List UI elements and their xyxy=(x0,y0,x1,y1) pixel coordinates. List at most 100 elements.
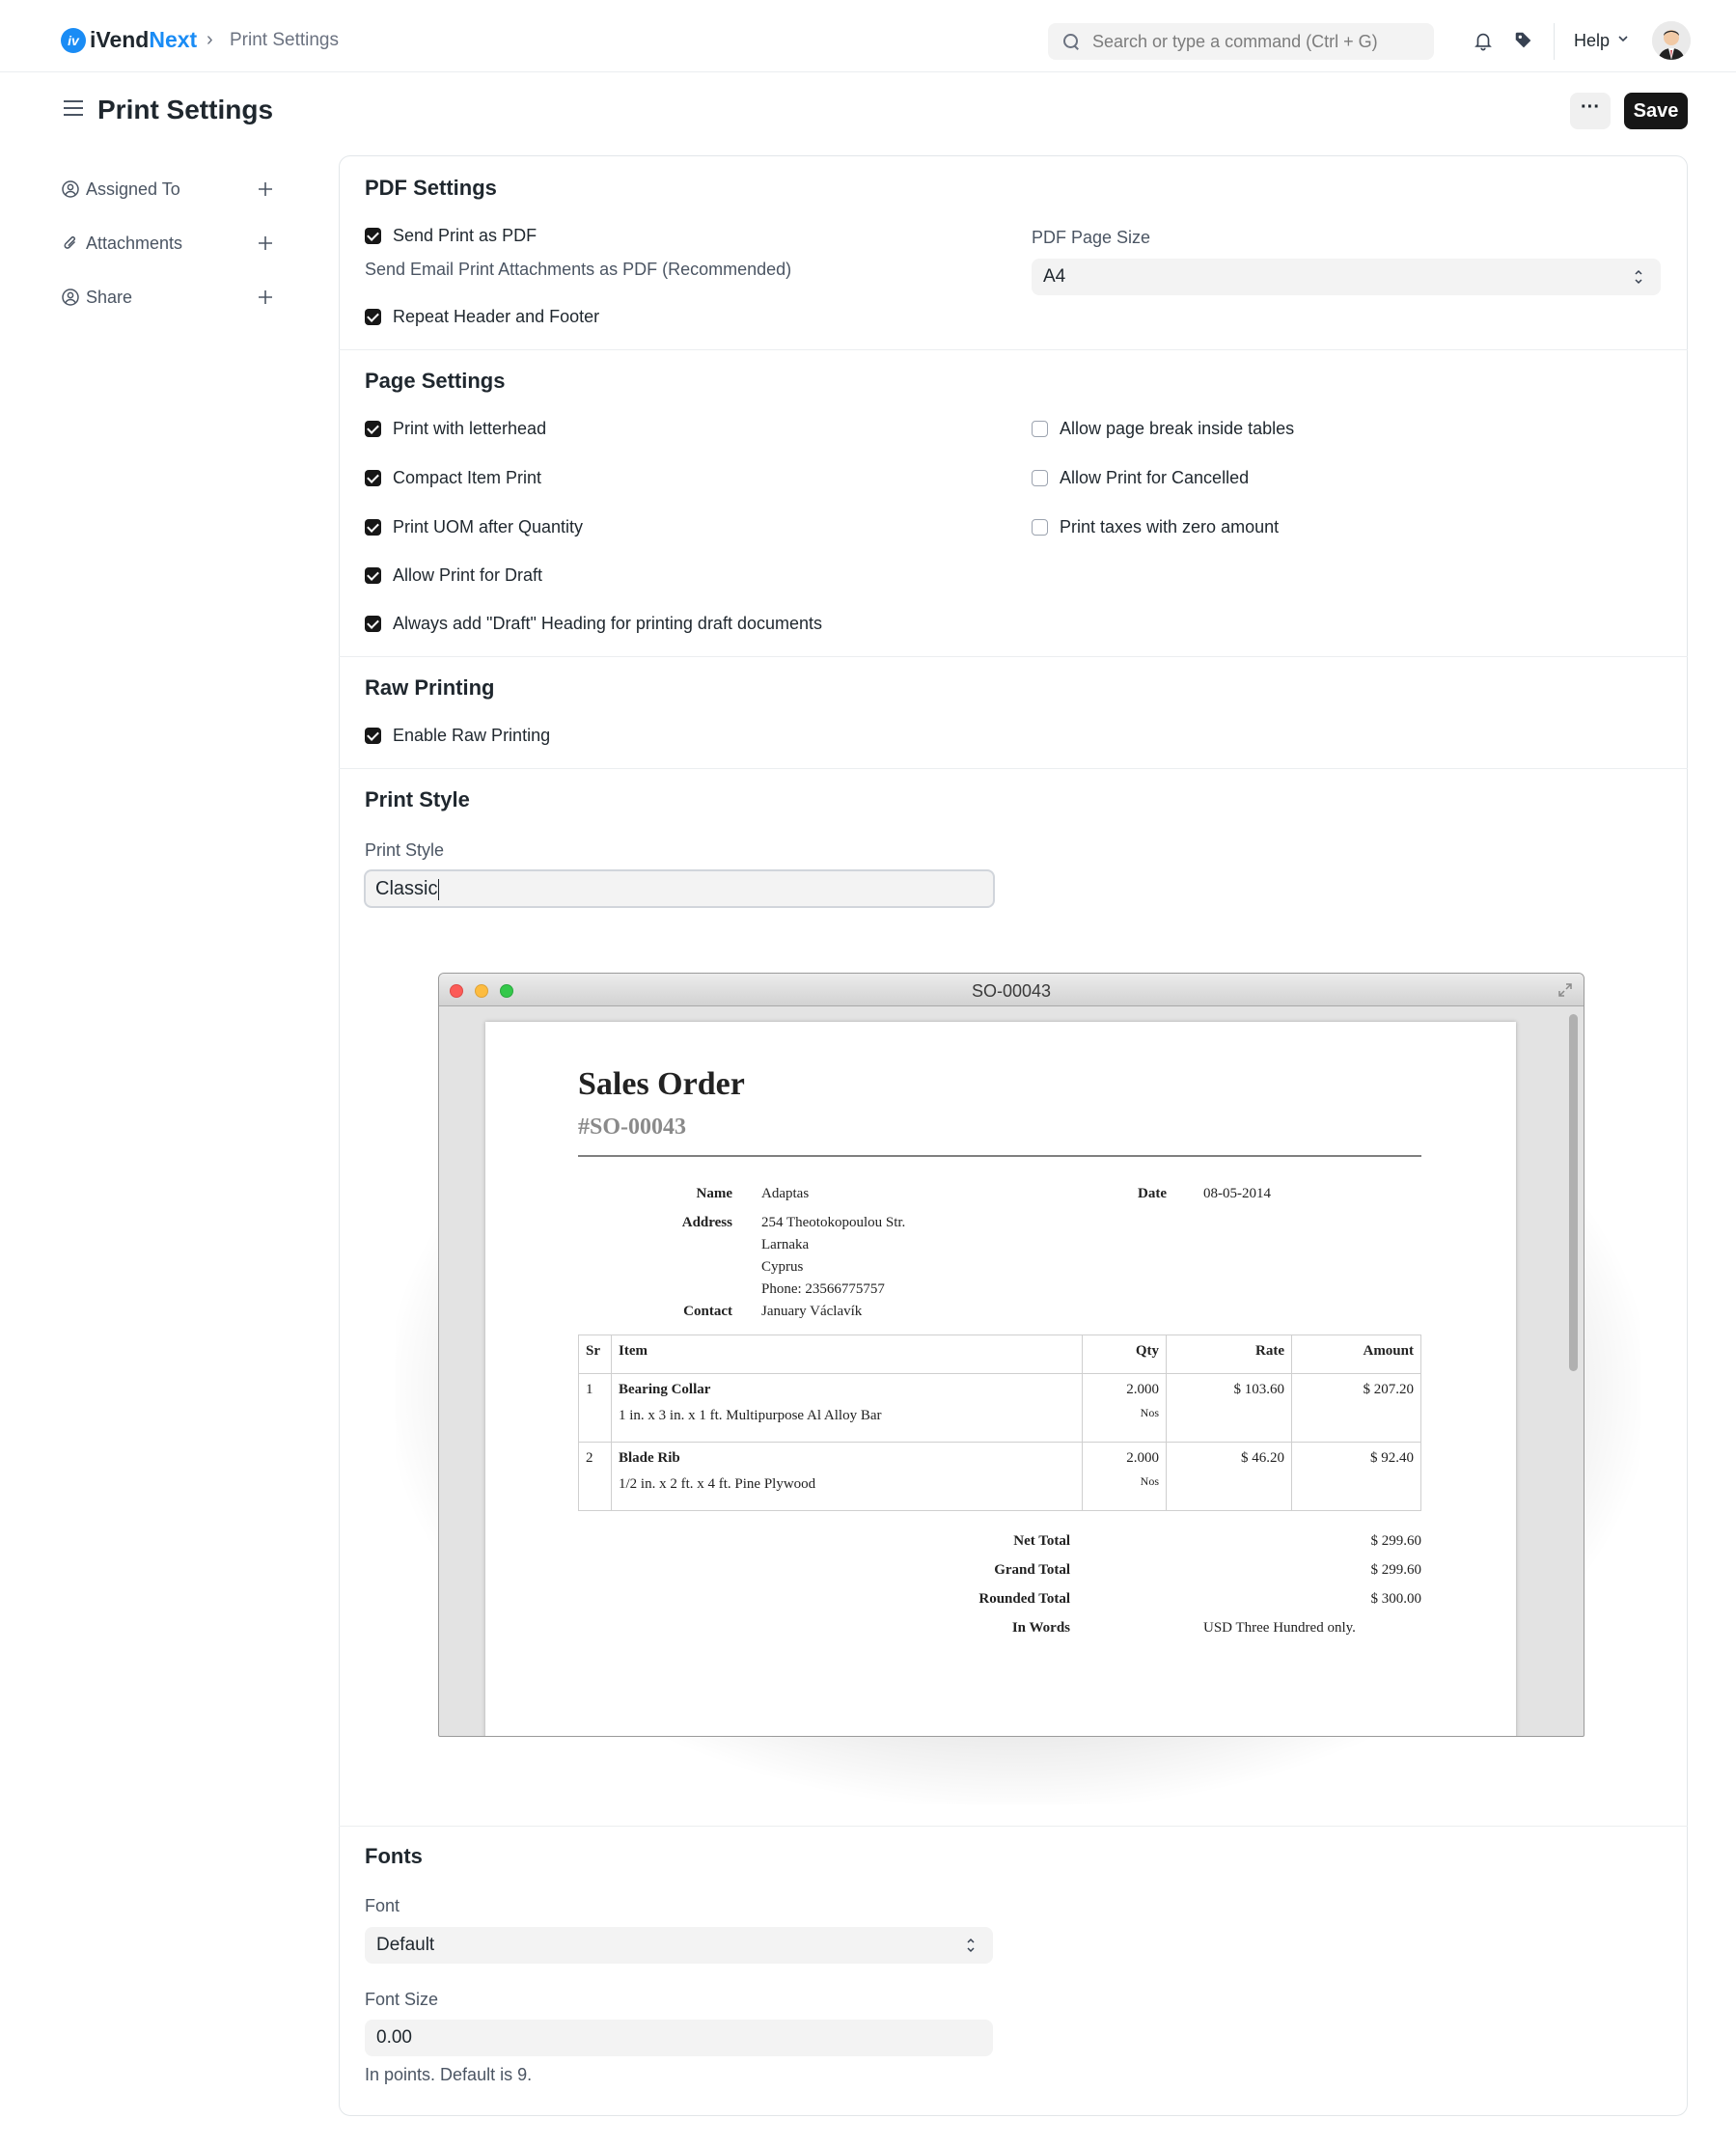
cell-amount: $ 207.20 xyxy=(1291,1373,1421,1443)
checkbox-label: Send Print as PDF xyxy=(393,225,537,245)
cell-amount: $ 92.40 xyxy=(1291,1442,1421,1511)
breadcrumb-current[interactable]: Print Settings xyxy=(230,30,339,51)
preview-paper: Sales Order #SO-00043 Name Adaptas Date … xyxy=(485,1022,1516,1736)
section-divider xyxy=(339,1826,1688,1827)
cell-qty: 2.000 Nos xyxy=(1082,1373,1167,1443)
checkbox-repeat-header-footer[interactable]: Repeat Header and Footer xyxy=(365,306,599,327)
table-header: Rate xyxy=(1166,1334,1292,1374)
checkbox-checked-icon[interactable] xyxy=(365,420,381,437)
name-label: Name xyxy=(696,1186,733,1201)
checkbox-allow-print-for-cancelled[interactable]: Allow Print for Cancelled xyxy=(1032,467,1249,488)
checkbox-allow-print-for-draft[interactable]: Allow Print for Draft xyxy=(365,564,542,586)
font-size-input[interactable]: 0.00 xyxy=(365,2020,993,2056)
cell-qty: 2.000 Nos xyxy=(1082,1442,1167,1511)
checkbox-checked-icon[interactable] xyxy=(365,518,381,536)
checkbox-enable-raw-printing[interactable]: Enable Raw Printing xyxy=(365,725,550,746)
section-divider xyxy=(339,349,1688,350)
checkbox-label: Print UOM after Quantity xyxy=(393,516,584,536)
checkbox-compact-item-print[interactable]: Compact Item Print xyxy=(365,467,541,488)
address-label: Address xyxy=(681,1215,732,1230)
checkbox-print-taxes-zero[interactable]: Print taxes with zero amount xyxy=(1032,516,1279,537)
search-icon xyxy=(1063,34,1079,49)
rounded-total-value: $ 300.00 xyxy=(1370,1591,1422,1607)
sidebar-item-assigned-to[interactable]: Assigned To xyxy=(61,176,277,203)
cell-rate: $ 46.20 xyxy=(1166,1442,1292,1511)
chevron-down-icon xyxy=(1618,36,1628,42)
notification-bell-icon[interactable] xyxy=(1473,30,1494,51)
checkbox-checked-icon[interactable] xyxy=(365,227,381,244)
window-titlebar: SO-00043 xyxy=(439,974,1584,1006)
font-select[interactable]: Default xyxy=(365,1927,993,1964)
logo-text-part-1: iVend xyxy=(90,27,150,52)
checkbox-print-with-letterhead[interactable]: Print with letterhead xyxy=(365,418,546,439)
cell-rate: $ 103.60 xyxy=(1166,1373,1292,1443)
table-row: 2 Blade Rib 1/2 in. x 2 ft. x 4 ft. Pine … xyxy=(578,1442,1421,1511)
sidebar-toggle-icon[interactable] xyxy=(64,100,83,118)
add-assignee-icon[interactable] xyxy=(254,178,277,201)
section-title-page-settings: Page Settings xyxy=(365,369,506,393)
pdf-page-size-label: PDF Page Size xyxy=(1032,228,1151,247)
share-user-icon xyxy=(62,289,79,306)
add-share-icon[interactable] xyxy=(254,286,277,309)
section-title-print-style: Print Style xyxy=(365,787,470,812)
doc-title: Sales Order xyxy=(578,1066,745,1102)
checkbox-checked-icon[interactable] xyxy=(365,566,381,584)
more-actions-button[interactable]: ··· xyxy=(1570,93,1611,129)
avatar[interactable] xyxy=(1652,21,1691,60)
checkbox-unchecked-icon[interactable] xyxy=(1032,420,1048,437)
section-divider xyxy=(339,656,1688,657)
checkbox-checked-icon[interactable] xyxy=(365,469,381,486)
logo-text-part-2: Next xyxy=(149,27,198,52)
checkbox-print-uom-after-quantity[interactable]: Print UOM after Quantity xyxy=(365,516,583,537)
page-title: Print Settings xyxy=(97,95,274,124)
app-logo[interactable]: iv iVendNext xyxy=(61,27,197,53)
checkbox-allow-page-break[interactable]: Allow page break inside tables xyxy=(1032,418,1294,439)
select-value: A4 xyxy=(1043,266,1066,287)
table-header: Amount xyxy=(1291,1334,1421,1374)
contact-value: January Václavík xyxy=(761,1304,863,1319)
print-style-input[interactable]: Classic xyxy=(364,869,995,908)
tag-icon[interactable] xyxy=(1513,30,1534,51)
input-value: Classic xyxy=(375,878,438,899)
checkbox-label: Repeat Header and Footer xyxy=(393,306,600,326)
checkbox-send-print-as-pdf[interactable]: Send Print as PDF xyxy=(365,225,537,246)
items-table: Sr Item Qty Rate Amount 1 Bearing Collar… xyxy=(578,1334,1421,1511)
search-placeholder: Search or type a command (Ctrl + G) xyxy=(1092,31,1378,51)
help-menu[interactable]: Help xyxy=(1574,31,1610,51)
sidebar-item-label: Attachments xyxy=(86,233,183,253)
checkbox-unchecked-icon[interactable] xyxy=(1032,469,1048,486)
checkbox-label: Allow Print for Draft xyxy=(393,564,543,585)
item-desc: 1 in. x 3 in. x 1 ft. Multipurpose Al Al… xyxy=(619,1408,882,1423)
search-bar[interactable]: Search or type a command (Ctrl + G) xyxy=(1048,23,1434,60)
rounded-total-label: Rounded Total xyxy=(978,1591,1070,1607)
select-arrows-icon xyxy=(1635,269,1642,285)
nav-divider xyxy=(1554,23,1555,60)
pdf-page-size-select[interactable]: A4 xyxy=(1032,259,1661,295)
sidebar-item-attachments[interactable]: Attachments xyxy=(61,230,277,257)
item-desc: 1/2 in. x 2 ft. x 4 ft. Pine Plywood xyxy=(619,1476,816,1492)
table-header: Item xyxy=(611,1334,1083,1374)
save-button[interactable]: Save xyxy=(1624,93,1688,129)
address-line: 254 Theotokopoulou Str. xyxy=(761,1215,906,1230)
date-value: 08-05-2014 xyxy=(1203,1186,1271,1201)
sidebar-item-share[interactable]: Share xyxy=(61,284,277,311)
select-arrows-icon xyxy=(967,1938,975,1953)
expand-icon xyxy=(1558,983,1572,997)
user-add-icon xyxy=(62,180,79,198)
checkbox-checked-icon[interactable] xyxy=(365,308,381,325)
net-total-value: $ 299.60 xyxy=(1370,1533,1422,1549)
text-caret xyxy=(438,878,440,900)
checkbox-label: Enable Raw Printing xyxy=(393,725,551,745)
doc-rule xyxy=(578,1155,1421,1157)
grand-total-label: Grand Total xyxy=(994,1562,1070,1578)
add-attachment-icon[interactable] xyxy=(254,232,277,255)
navbar: iv iVendNext › Print Settings Search or … xyxy=(0,0,1736,72)
checkbox-checked-icon[interactable] xyxy=(365,727,381,744)
checkbox-draft-heading[interactable]: Always add "Draft" Heading for printing … xyxy=(365,613,822,634)
checkbox-label: Always add "Draft" Heading for printing … xyxy=(393,613,822,633)
date-label: Date xyxy=(1138,1186,1167,1201)
checkbox-checked-icon[interactable] xyxy=(365,615,381,632)
cell-sr: 1 xyxy=(578,1373,612,1443)
checkbox-unchecked-icon[interactable] xyxy=(1032,518,1048,536)
address-line: Larnaka xyxy=(761,1237,810,1252)
